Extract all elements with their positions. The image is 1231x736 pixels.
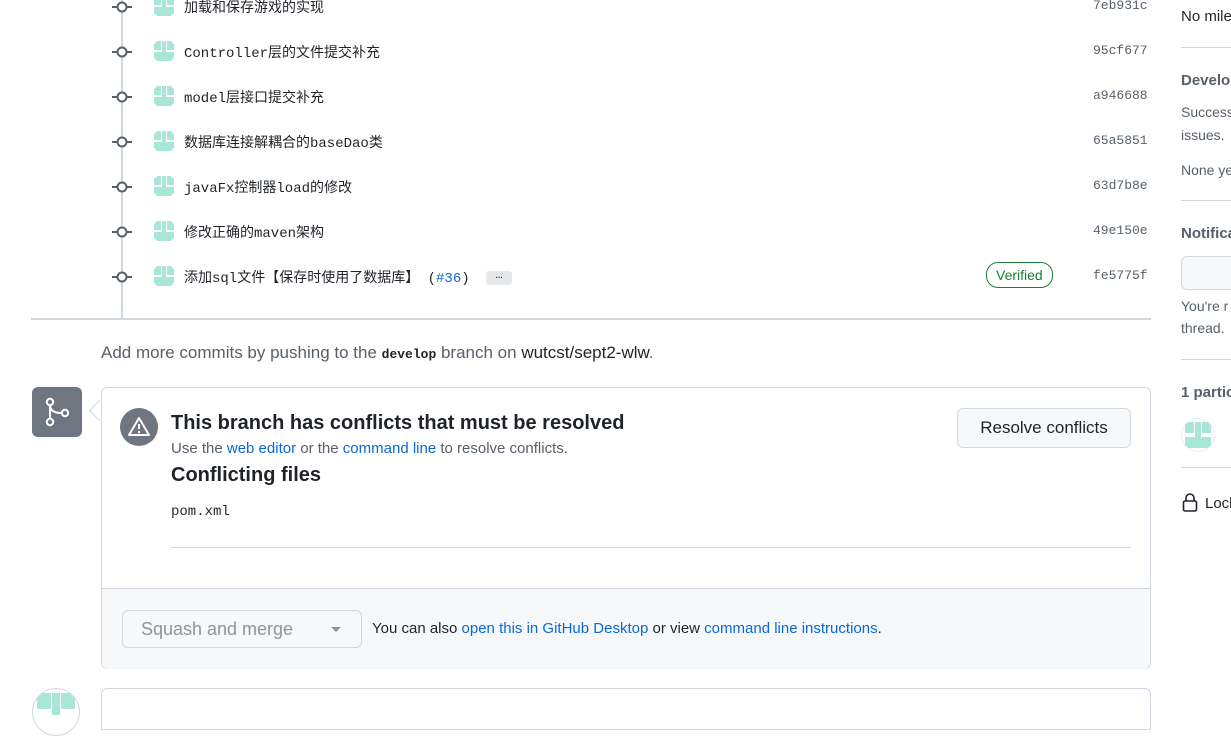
- commit-message[interactable]: 数据库连接解耦合的baseDao类: [184, 132, 383, 152]
- commit-message[interactable]: javaFx控制器load的修改: [184, 177, 352, 197]
- git-merge-icon: [32, 387, 82, 437]
- commit-message-text[interactable]: 加载和保存游戏的实现: [184, 1, 324, 17]
- conflict-title: This branch has conflicts that must be r…: [171, 412, 625, 434]
- commit-sha[interactable]: 95cf677: [1093, 43, 1148, 58]
- commit-node-icon: [112, 226, 132, 238]
- sidebar-divider: [1181, 47, 1231, 48]
- commit-sha[interactable]: 63d7b8e: [1093, 178, 1148, 193]
- development-title[interactable]: Develop: [1181, 72, 1231, 89]
- branch-name: develop: [381, 347, 437, 362]
- commit-message-text[interactable]: Controller层的文件提交补充: [184, 46, 380, 62]
- commit-node-icon: [112, 91, 132, 103]
- commit-message[interactable]: Controller层的文件提交补充: [184, 42, 380, 62]
- merge-box: This branch has conflicts that must be r…: [101, 387, 1151, 669]
- conflict-sub-or: or the: [296, 440, 343, 457]
- commit-node-icon: [112, 181, 132, 193]
- commit-message[interactable]: model层接口提交补充: [184, 87, 324, 107]
- expand-commit-button[interactable]: …: [486, 269, 513, 286]
- web-editor-link[interactable]: web editor: [227, 440, 296, 457]
- commit-sha[interactable]: 49e150e: [1093, 223, 1148, 238]
- commit-message-text[interactable]: javaFx控制器load的修改: [184, 181, 352, 197]
- commit-node-icon: [112, 271, 132, 283]
- repo-name: wutcst/sept2-wlw: [521, 343, 649, 362]
- lock-conversation-link[interactable]: Lock: [1205, 495, 1231, 512]
- footer-middle: or view: [648, 620, 705, 637]
- development-text-1: Success: [1181, 104, 1231, 120]
- merge-method-dropdown[interactable]: [311, 610, 362, 648]
- commit-sha[interactable]: a946688: [1093, 88, 1148, 103]
- commit-row: javaFx控制器load的修改 63d7b8e: [0, 172, 1160, 202]
- author-avatar[interactable]: [152, 39, 176, 63]
- commit-row: Controller层的文件提交补充 95cf677: [0, 37, 1160, 67]
- add-more-commits-text: Add more commits by pushing to the devel…: [101, 343, 654, 363]
- command-line-instructions-link[interactable]: command line instructions: [704, 620, 877, 637]
- conflicting-file: pom.xml: [171, 504, 230, 520]
- conflict-sub-suffix: to resolve conflicts.: [436, 440, 568, 457]
- commit-sha[interactable]: 7eb931c: [1093, 0, 1148, 13]
- add-more-prefix: Add more commits by pushing to the: [101, 343, 382, 362]
- footer-prefix: You can also: [372, 620, 462, 637]
- commit-sha[interactable]: fe5775f: [1093, 268, 1148, 283]
- commit-row: model层接口提交补充 a946688: [0, 82, 1160, 112]
- notifications-title: Notifica: [1181, 225, 1231, 242]
- conflicting-files-title: Conflicting files: [171, 464, 321, 486]
- development-none: None ye: [1181, 162, 1231, 178]
- author-avatar[interactable]: [152, 129, 176, 153]
- commit-node-icon: [112, 136, 132, 148]
- commit-message[interactable]: 加载和保存游戏的实现: [184, 0, 324, 17]
- chevron-down-icon: [331, 627, 341, 632]
- add-more-middle: branch on: [436, 343, 522, 362]
- commit-message-text[interactable]: 数据库连接解耦合的baseDao类: [184, 136, 383, 152]
- author-avatar[interactable]: [152, 0, 176, 18]
- development-text-2: issues.: [1181, 127, 1225, 143]
- comment-box: [101, 688, 1151, 730]
- squash-and-merge-button[interactable]: Squash and merge: [122, 610, 312, 648]
- commit-message[interactable]: 修改正确的maven架构: [184, 222, 324, 242]
- sidebar-divider: [1181, 200, 1231, 201]
- add-more-suffix: .: [648, 343, 654, 362]
- commit-pr-link[interactable]: #36: [436, 271, 461, 287]
- conflict-sub-prefix: Use the: [171, 440, 227, 457]
- verified-badge[interactable]: Verified: [986, 262, 1053, 288]
- commit-message[interactable]: 添加sql文件【保存时使用了数据库】 (#36) …: [184, 267, 513, 287]
- commit-row: 修改正确的maven架构 49e150e: [0, 217, 1160, 247]
- footer-text: You can also open this in GitHub Desktop…: [372, 620, 882, 637]
- milestone-none: No mile: [1181, 8, 1231, 25]
- notifications-button[interactable]: [1181, 256, 1231, 290]
- timeline-divider: [31, 318, 1151, 320]
- author-avatar[interactable]: [152, 264, 176, 288]
- notifications-text-2: thread.: [1181, 320, 1225, 336]
- github-desktop-link[interactable]: open this in GitHub Desktop: [462, 620, 649, 637]
- resolve-conflicts-button[interactable]: Resolve conflicts: [957, 408, 1131, 448]
- author-avatar[interactable]: [152, 84, 176, 108]
- commit-row: 加载和保存游戏的实现 7eb931c: [0, 0, 1160, 22]
- commit-row: 添加sql文件【保存时使用了数据库】 (#36) … fe5775f Verif…: [0, 262, 1160, 292]
- notifications-text-1: You're r: [1181, 298, 1229, 314]
- conflict-subtitle: Use the web editor or the command line t…: [171, 440, 568, 457]
- comment-avatar[interactable]: [32, 688, 80, 736]
- alert-icon: [120, 408, 158, 446]
- commit-message-text[interactable]: model层接口提交补充: [184, 91, 324, 107]
- commit-node-icon: [112, 46, 132, 58]
- footer-suffix: .: [877, 620, 882, 637]
- commit-message-text[interactable]: 修改正确的maven架构: [184, 226, 324, 242]
- lock-icon: [1182, 493, 1198, 512]
- conflict-divider: [171, 547, 1131, 548]
- participants-title: 1 partic: [1181, 384, 1231, 401]
- commit-node-icon: [112, 1, 132, 13]
- sidebar-divider: [1181, 467, 1231, 468]
- commit-message-text[interactable]: 添加sql文件【保存时使用了数据库】 (: [184, 271, 436, 287]
- merge-footer: Squash and merge You can also open this …: [102, 588, 1150, 669]
- commit-sha[interactable]: 65a5851: [1093, 133, 1148, 148]
- author-avatar[interactable]: [152, 174, 176, 198]
- participant-avatar[interactable]: [1181, 418, 1215, 452]
- commit-row: 数据库连接解耦合的baseDao类 65a5851: [0, 127, 1160, 157]
- commit-message-suffix: ): [461, 271, 470, 287]
- command-line-link[interactable]: command line: [343, 440, 436, 457]
- sidebar-divider: [1181, 359, 1231, 360]
- author-avatar[interactable]: [152, 219, 176, 243]
